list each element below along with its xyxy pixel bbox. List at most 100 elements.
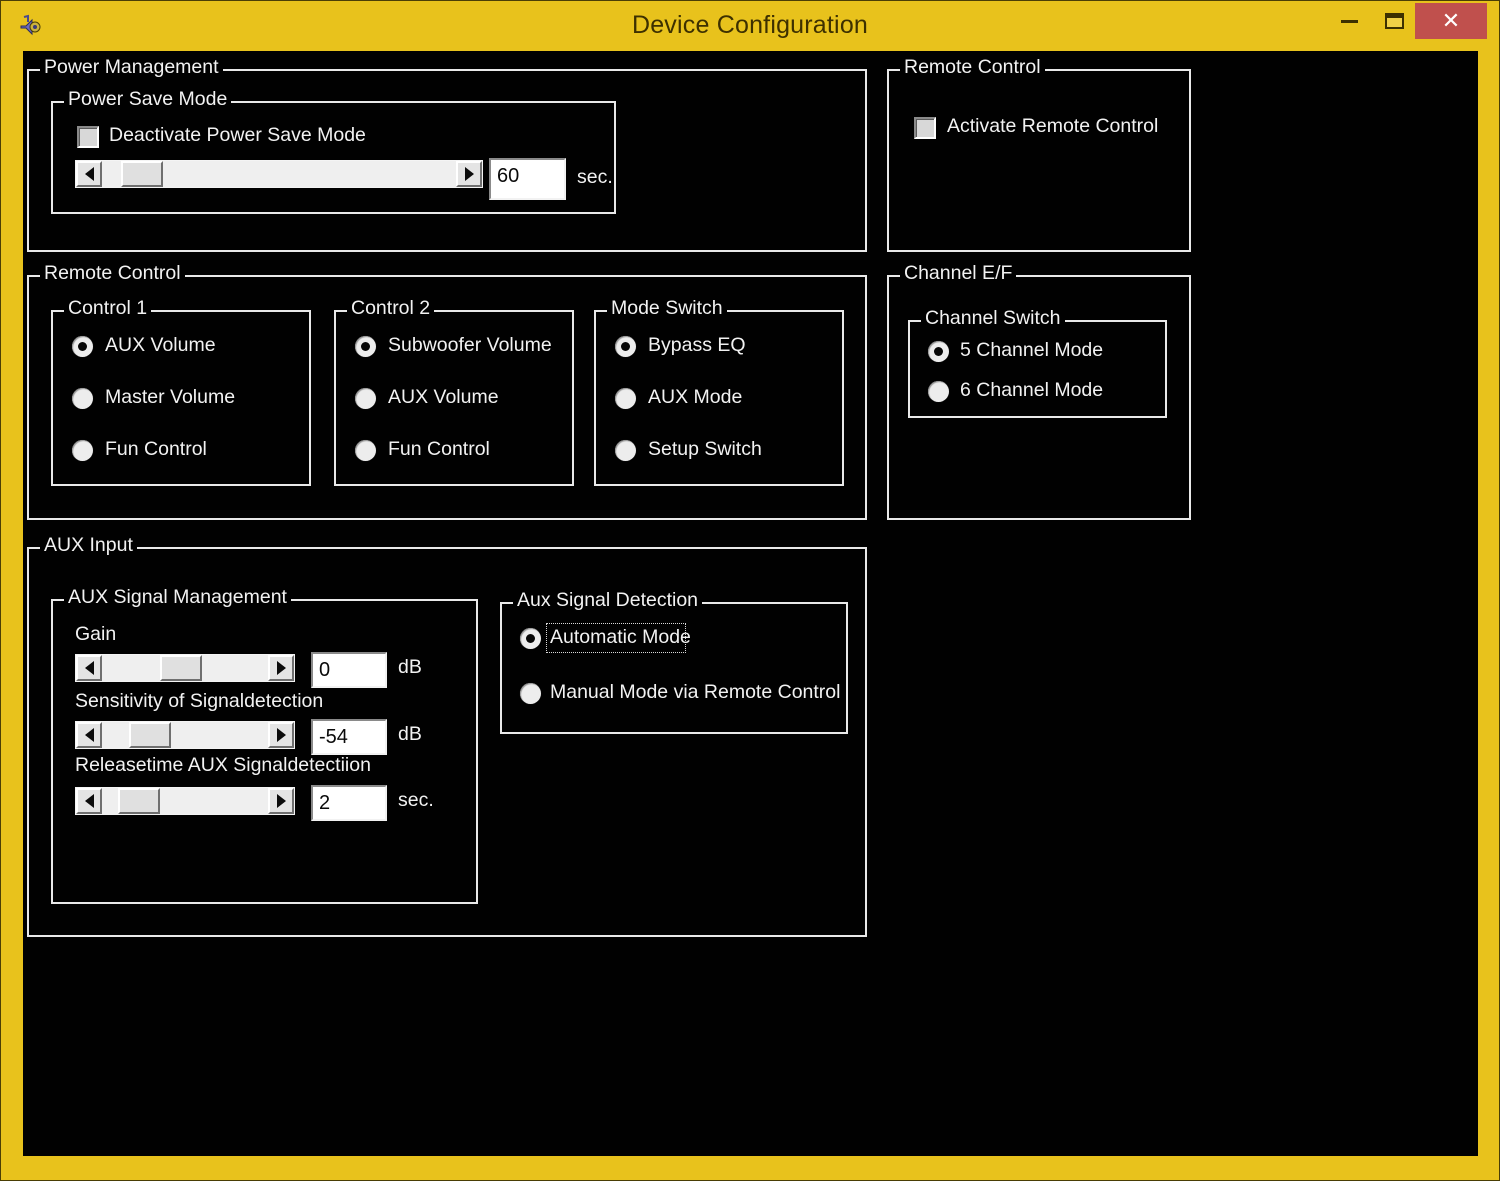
label-deactivate-power-save-mode: Deactivate Power Save Mode bbox=[109, 124, 366, 146]
radio-control1-fun-control[interactable] bbox=[72, 440, 93, 461]
minimize-icon bbox=[1340, 19, 1358, 23]
slider-releasetime-left-arrow-button[interactable] bbox=[76, 788, 102, 814]
radio-control2-fun-control[interactable] bbox=[355, 440, 376, 461]
label-sensitivity: Sensitivity of Signaldetection bbox=[75, 690, 324, 712]
slider-sensitivity-right-arrow-button[interactable] bbox=[268, 722, 294, 748]
arrow-right-icon bbox=[276, 661, 286, 675]
radio-mode-setup-switch[interactable] bbox=[615, 440, 636, 461]
slider-sensitivity-left-arrow-button[interactable] bbox=[76, 722, 102, 748]
slider-sensitivity[interactable] bbox=[75, 721, 295, 749]
label-signal-detection-option-0: Automatic Mode bbox=[550, 626, 691, 648]
radio-control1-aux-volume[interactable] bbox=[72, 336, 93, 357]
radio-manual-mode-via-remote-control[interactable] bbox=[520, 683, 541, 704]
radio-control1-master-volume[interactable] bbox=[72, 388, 93, 409]
input-sensitivity[interactable]: -54 bbox=[311, 719, 387, 755]
close-button[interactable]: ✕ bbox=[1415, 3, 1487, 39]
group-remote-control-activate: Remote Control Activate Remote Control bbox=[887, 56, 1191, 252]
checkbox-deactivate-power-save-mode[interactable] bbox=[77, 126, 99, 148]
slider-releasetime-track[interactable] bbox=[102, 788, 268, 814]
group-control-1-legend: Control 1 bbox=[64, 297, 152, 319]
group-aux-signal-management-legend: AUX Signal Management bbox=[64, 586, 291, 608]
slider-right-arrow-button[interactable] bbox=[456, 161, 482, 187]
slider-gain-track[interactable] bbox=[102, 655, 268, 681]
radio-mode-aux-mode[interactable] bbox=[615, 388, 636, 409]
arrow-left-icon bbox=[84, 794, 94, 808]
arrow-left-icon bbox=[84, 728, 94, 742]
group-remote-control-legend: Remote Control bbox=[40, 262, 185, 284]
minimize-button[interactable] bbox=[1325, 3, 1373, 39]
application-window: Device Configuration ✕ Power Management … bbox=[0, 0, 1500, 1181]
arrow-right-icon bbox=[464, 167, 474, 181]
label-releasetime: Releasetime AUX Signaldetectiion bbox=[75, 754, 371, 776]
label-control1-option-0: AUX Volume bbox=[105, 334, 216, 356]
radio-mode-bypass-eq[interactable] bbox=[615, 336, 636, 357]
client-area: Power Management Power Save Mode Deactiv… bbox=[23, 51, 1478, 1156]
slider-sensitivity-track[interactable] bbox=[102, 722, 268, 748]
label-control1-option-2: Fun Control bbox=[105, 438, 207, 460]
title-bar[interactable]: Device Configuration ✕ bbox=[1, 1, 1499, 51]
group-channel-ef-legend: Channel E/F bbox=[900, 262, 1017, 284]
group-remote-control-activate-legend: Remote Control bbox=[900, 56, 1045, 78]
radio-automatic-mode[interactable] bbox=[520, 628, 541, 649]
group-control-1: Control 1 AUX Volume Master Volume Fun C… bbox=[51, 297, 311, 486]
label-sensitivity-unit: dB bbox=[398, 723, 422, 745]
group-power-management: Power Management Power Save Mode Deactiv… bbox=[27, 56, 867, 252]
slider-power-save-timeout[interactable] bbox=[75, 160, 483, 188]
group-channel-ef: Channel E/F Channel Switch 5 Channel Mod… bbox=[887, 262, 1191, 520]
input-power-save-timeout[interactable]: 60 bbox=[489, 158, 566, 200]
slider-thumb[interactable] bbox=[120, 161, 163, 187]
input-gain[interactable]: 0 bbox=[311, 652, 387, 688]
label-gain: Gain bbox=[75, 623, 117, 645]
input-releasetime[interactable]: 2 bbox=[311, 785, 387, 821]
label-channel-switch-option-0: 5 Channel Mode bbox=[960, 339, 1104, 361]
maximize-icon bbox=[1384, 13, 1404, 29]
checkbox-activate-remote-control[interactable] bbox=[914, 117, 936, 139]
slider-gain-left-arrow-button[interactable] bbox=[76, 655, 102, 681]
label-activate-remote-control: Activate Remote Control bbox=[947, 115, 1159, 137]
slider-releasetime-right-arrow-button[interactable] bbox=[268, 788, 294, 814]
label-control2-option-1: AUX Volume bbox=[388, 386, 499, 408]
label-control2-option-0: Subwoofer Volume bbox=[388, 334, 552, 356]
slider-releasetime-thumb[interactable] bbox=[118, 788, 161, 814]
arrow-left-icon bbox=[84, 661, 94, 675]
label-releasetime-unit: sec. bbox=[398, 789, 434, 811]
label-mode-switch-option-1: AUX Mode bbox=[648, 386, 743, 408]
slider-left-arrow-button[interactable] bbox=[76, 161, 102, 187]
group-aux-input-legend: AUX Input bbox=[40, 534, 137, 556]
group-channel-switch-legend: Channel Switch bbox=[921, 307, 1065, 329]
slider-sensitivity-thumb[interactable] bbox=[129, 722, 172, 748]
slider-gain-right-arrow-button[interactable] bbox=[268, 655, 294, 681]
radio-control2-aux-volume[interactable] bbox=[355, 388, 376, 409]
group-aux-input: AUX Input AUX Signal Management Gain 0 d… bbox=[27, 534, 867, 937]
close-icon: ✕ bbox=[1441, 8, 1461, 33]
slider-gain-thumb[interactable] bbox=[160, 655, 203, 681]
label-control2-option-2: Fun Control bbox=[388, 438, 490, 460]
arrow-right-icon bbox=[276, 728, 286, 742]
window-title: Device Configuration bbox=[631, 11, 869, 39]
group-mode-switch: Mode Switch Bypass EQ AUX Mode Setup Swi… bbox=[594, 297, 844, 486]
group-power-save-mode-legend: Power Save Mode bbox=[64, 88, 232, 110]
group-control-2: Control 2 Subwoofer Volume AUX Volume Fu… bbox=[334, 297, 574, 486]
radio-5-channel-mode[interactable] bbox=[928, 341, 949, 362]
group-aux-signal-management: AUX Signal Management Gain 0 dB Sensitiv… bbox=[51, 586, 478, 904]
group-power-save-mode: Power Save Mode Deactivate Power Save Mo… bbox=[51, 88, 616, 214]
label-channel-switch-option-1: 6 Channel Mode bbox=[960, 379, 1104, 401]
label-power-save-timeout-unit: sec. bbox=[577, 166, 613, 188]
radio-control2-subwoofer-volume[interactable] bbox=[355, 336, 376, 357]
group-aux-signal-detection-legend: Aux Signal Detection bbox=[513, 589, 703, 611]
label-mode-switch-option-2: Setup Switch bbox=[648, 438, 762, 460]
group-remote-control: Remote Control Control 1 AUX Volume Mast… bbox=[27, 262, 867, 520]
arrow-left-icon bbox=[84, 167, 94, 181]
radio-6-channel-mode[interactable] bbox=[928, 381, 949, 402]
maximize-button[interactable] bbox=[1373, 3, 1415, 39]
slider-gain[interactable] bbox=[75, 654, 295, 682]
group-power-management-legend: Power Management bbox=[40, 56, 223, 78]
arrow-right-icon bbox=[276, 794, 286, 808]
slider-releasetime[interactable] bbox=[75, 787, 295, 815]
label-mode-switch-option-0: Bypass EQ bbox=[648, 334, 746, 356]
slider-track[interactable] bbox=[102, 161, 456, 187]
label-gain-unit: dB bbox=[398, 656, 422, 678]
group-control-2-legend: Control 2 bbox=[347, 297, 435, 319]
group-channel-switch: Channel Switch 5 Channel Mode 6 Channel … bbox=[908, 307, 1167, 418]
group-aux-signal-detection: Aux Signal Detection Automatic Mode Manu… bbox=[500, 589, 848, 734]
